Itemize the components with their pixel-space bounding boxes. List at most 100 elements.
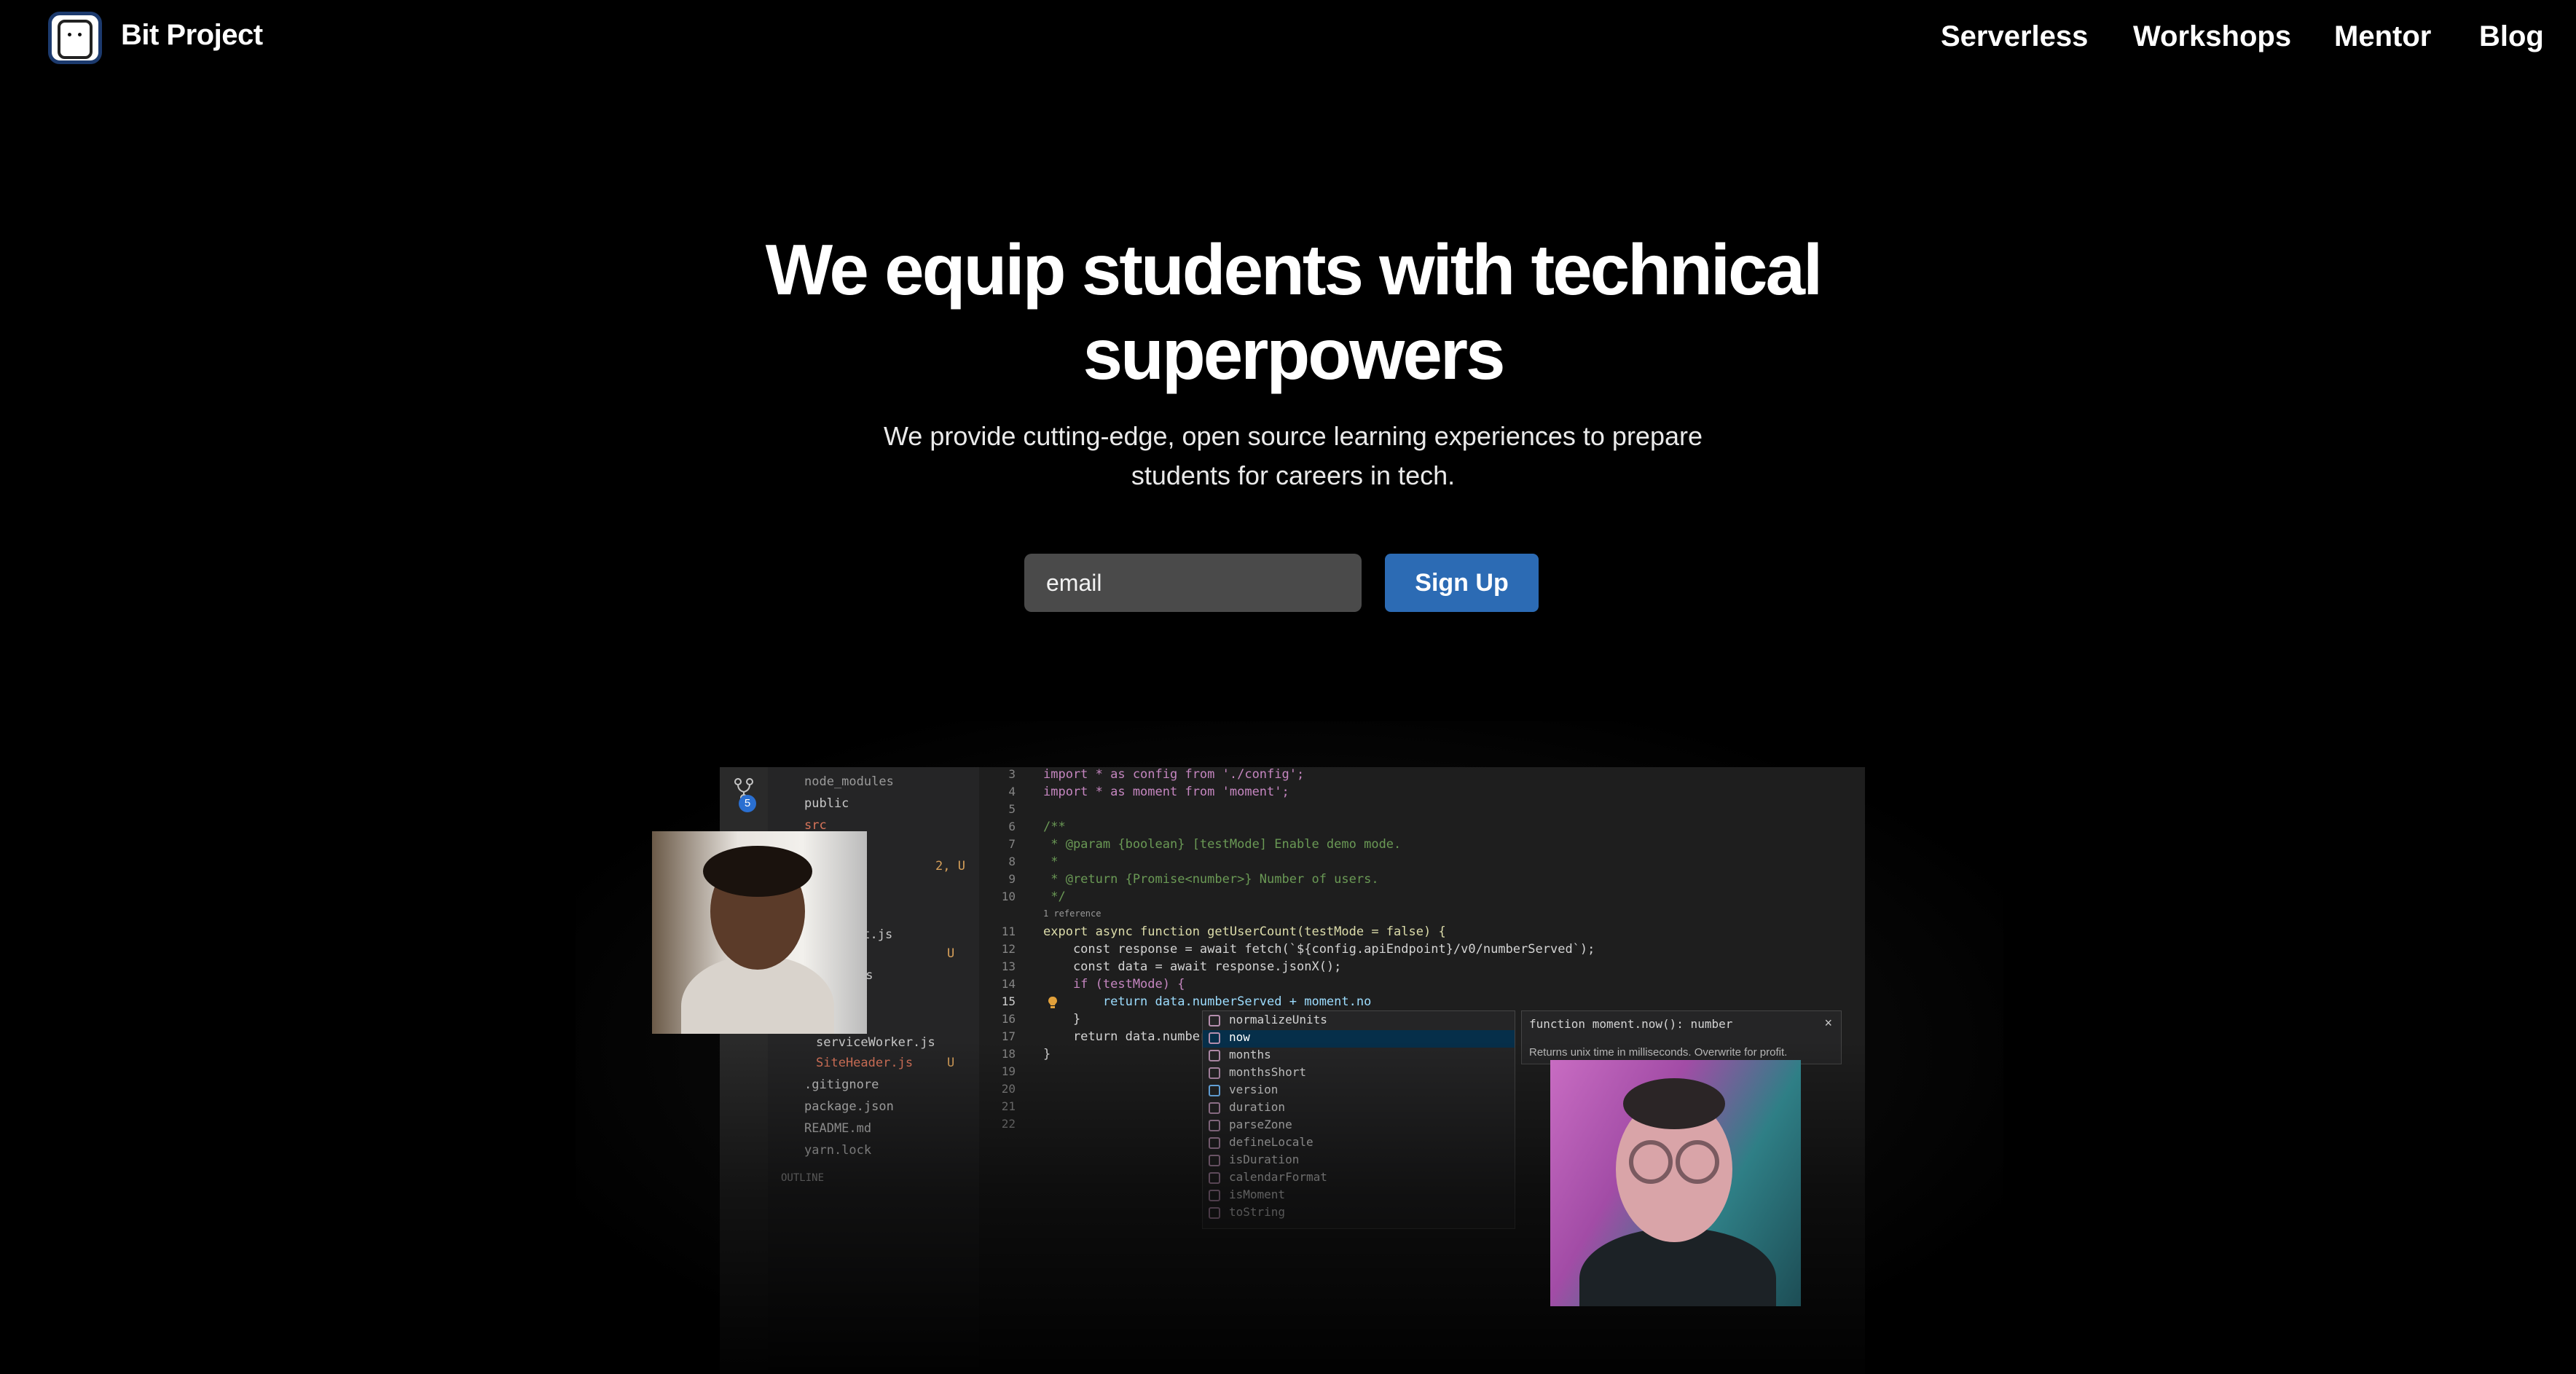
nav-link-workshops[interactable]: Workshops — [2133, 20, 2291, 53]
git-status: 2, U — [935, 859, 965, 874]
line-number: 5 — [1008, 802, 1016, 816]
method-icon — [1209, 1015, 1220, 1026]
nav-link-mentor[interactable]: Mentor — [2334, 20, 2431, 53]
code-line: * — [1043, 855, 1059, 869]
autocomplete-label: calendarFormat — [1229, 1170, 1327, 1184]
person-hair — [1623, 1078, 1725, 1129]
email-input[interactable] — [1024, 554, 1362, 612]
outline-header[interactable]: OUTLINE — [781, 1172, 824, 1184]
autocomplete-item[interactable]: defineLocale — [1203, 1135, 1515, 1153]
tree-item[interactable]: package.json — [804, 1099, 894, 1114]
git-status: U — [947, 946, 955, 961]
line-number: 8 — [1008, 855, 1016, 868]
method-icon — [1209, 1207, 1220, 1219]
line-number: 9 — [1008, 872, 1016, 886]
detail-documentation: Returns unix time in milliseconds. Overw… — [1529, 1046, 1788, 1059]
top-navigation: Bit Project Serverless Workshops Mentor … — [0, 0, 2576, 76]
variable-icon — [1209, 1085, 1220, 1096]
autocomplete-label: defineLocale — [1229, 1135, 1313, 1149]
line-number: 19 — [1001, 1064, 1016, 1078]
code-line: */ — [1043, 890, 1066, 904]
tree-item[interactable]: yarn.lock — [804, 1143, 871, 1158]
detail-signature: function moment.now(): number — [1529, 1017, 1733, 1031]
tree-item[interactable]: .gitignore — [804, 1077, 879, 1092]
code-line: } — [1043, 1012, 1081, 1026]
line-number: 4 — [1008, 785, 1016, 798]
code-line: * @return {Promise<number>} Number of us… — [1043, 872, 1379, 887]
autocomplete-item[interactable]: duration — [1203, 1100, 1515, 1118]
method-icon — [1209, 1155, 1220, 1166]
video-tile-student — [652, 831, 867, 1034]
autocomplete-label: normalizeUnits — [1229, 1013, 1327, 1026]
autocomplete-label: toString — [1229, 1205, 1286, 1219]
person-hair — [703, 846, 812, 897]
line-number: 17 — [1001, 1029, 1016, 1043]
nav-link-serverless[interactable]: Serverless — [1941, 20, 2088, 53]
autocomplete-label: duration — [1229, 1100, 1286, 1114]
tree-item[interactable]: SiteHeader.js — [816, 1056, 913, 1070]
autocomplete-label: version — [1229, 1083, 1279, 1096]
code-line: * @param {boolean} [testMode] Enable dem… — [1043, 837, 1402, 852]
autocomplete-item-selected[interactable]: now — [1203, 1030, 1515, 1048]
codelens-reference[interactable]: 1 reference — [1043, 908, 1101, 919]
tree-item[interactable]: serviceWorker.js — [816, 1035, 935, 1050]
autocomplete-label: months — [1229, 1048, 1271, 1061]
code-line: export async function getUserCount(testM… — [1043, 924, 1446, 939]
autocomplete-item[interactable]: monthsShort — [1203, 1065, 1515, 1083]
line-number: 21 — [1001, 1099, 1016, 1113]
autocomplete-label: now — [1229, 1030, 1250, 1044]
code-line: /** — [1043, 820, 1066, 834]
method-icon — [1209, 1172, 1220, 1184]
method-icon — [1209, 1190, 1220, 1201]
code-line: } — [1043, 1047, 1051, 1061]
video-tile-mentor — [1550, 1060, 1801, 1306]
autocomplete-label: isMoment — [1229, 1187, 1286, 1201]
method-icon — [1209, 1067, 1220, 1079]
hero-subtitle-line-1: We provide cutting-edge, open source lea… — [883, 421, 1703, 451]
autocomplete-item[interactable]: toString — [1203, 1205, 1515, 1222]
autocomplete-detail-panel: function moment.now(): number × Returns … — [1521, 1010, 1842, 1064]
line-number: 22 — [1001, 1117, 1016, 1131]
line-number: 3 — [1008, 767, 1016, 781]
tree-item[interactable]: src — [804, 818, 827, 833]
method-icon — [1209, 1120, 1220, 1131]
brand-name[interactable]: Bit Project — [121, 19, 263, 52]
line-number-gutter: 3 4 5 6 7 8 9 10 11 12 13 14 15 16 17 18… — [979, 767, 1016, 1374]
source-control-badge: 5 — [739, 795, 756, 812]
code-line: const data = await response.jsonX(); — [1043, 959, 1342, 974]
logo-eye-left — [68, 33, 71, 36]
line-number: 12 — [1001, 942, 1016, 956]
line-number: 7 — [1008, 837, 1016, 851]
autocomplete-label: parseZone — [1229, 1118, 1292, 1131]
code-line: import * as config from './config'; — [1043, 767, 1305, 782]
autocomplete-item[interactable]: isDuration — [1203, 1153, 1515, 1170]
autocomplete-item[interactable]: parseZone — [1203, 1118, 1515, 1135]
glasses-left — [1629, 1140, 1673, 1184]
autocomplete-item[interactable]: isMoment — [1203, 1187, 1515, 1205]
autocomplete-item[interactable]: months — [1203, 1048, 1515, 1065]
lightbulb-icon[interactable] — [1048, 996, 1058, 1009]
close-icon[interactable]: × — [1824, 1016, 1832, 1031]
method-icon — [1209, 1102, 1220, 1114]
tree-item[interactable]: README.md — [804, 1121, 871, 1136]
autocomplete-label: monthsShort — [1229, 1065, 1306, 1079]
sign-up-button[interactable]: Sign Up — [1385, 554, 1539, 612]
bit-project-logo-icon[interactable] — [48, 12, 102, 64]
line-number: 6 — [1008, 820, 1016, 833]
tree-item[interactable]: public — [804, 796, 849, 811]
hero-subtitle-line-2: students for careers in tech. — [1131, 460, 1456, 490]
line-number: 11 — [1001, 924, 1016, 938]
glasses-right — [1676, 1140, 1719, 1184]
autocomplete-label: isDuration — [1229, 1153, 1300, 1166]
hero-title-line-1: We equip students with technical — [765, 229, 1823, 310]
autocomplete-item[interactable]: normalizeUnits — [1203, 1013, 1515, 1030]
method-icon — [1209, 1137, 1220, 1149]
autocomplete-item[interactable]: calendarFormat — [1203, 1170, 1515, 1187]
method-icon — [1209, 1050, 1220, 1061]
method-icon — [1209, 1032, 1220, 1044]
autocomplete-dropdown: normalizeUnits now months monthsShort ve… — [1202, 1010, 1515, 1229]
tree-item[interactable]: node_modules — [804, 774, 894, 789]
nav-link-blog[interactable]: Blog — [2479, 20, 2544, 53]
autocomplete-item[interactable]: version — [1203, 1083, 1515, 1100]
line-number: 14 — [1001, 977, 1016, 991]
